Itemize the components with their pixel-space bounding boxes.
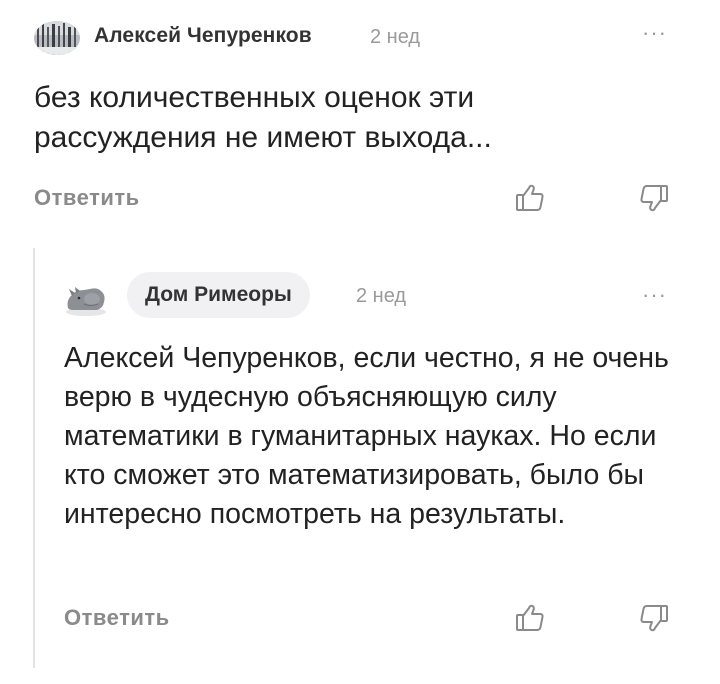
reply-avatar[interactable] (62, 272, 110, 320)
reply-time: 2 нед (356, 285, 407, 307)
reply-author-pill[interactable]: Дом Римеоры (127, 272, 310, 318)
avatar-image (34, 21, 80, 55)
comment-author[interactable]: Алексей Чепуренков (94, 24, 312, 48)
thumbs-up-icon[interactable] (512, 180, 548, 216)
more-options-icon[interactable]: ··· (642, 20, 667, 46)
comment: Алексей Чепуренков 2 нед ··· без количес… (0, 0, 720, 240)
reply-thumbs-up-icon[interactable] (512, 600, 548, 636)
reply-author: Дом Римеоры (145, 283, 292, 306)
reply-thumbs-down-icon[interactable] (636, 600, 672, 636)
reply-more-options-icon[interactable]: ··· (642, 282, 667, 308)
thumbs-down-icon[interactable] (636, 180, 672, 216)
rhino-avatar-image (66, 287, 106, 316)
reply-button[interactable]: Ответить (34, 185, 140, 211)
comment-text: без количественных оценок эти рассуждени… (34, 81, 492, 154)
reply-reply-button[interactable]: Ответить (64, 605, 170, 631)
reply-text: Алексей Чепуренков, если честно, я не оч… (64, 342, 669, 530)
avatar[interactable] (34, 21, 80, 55)
thread-line (33, 248, 35, 668)
comment-time: 2 нед (370, 26, 421, 48)
